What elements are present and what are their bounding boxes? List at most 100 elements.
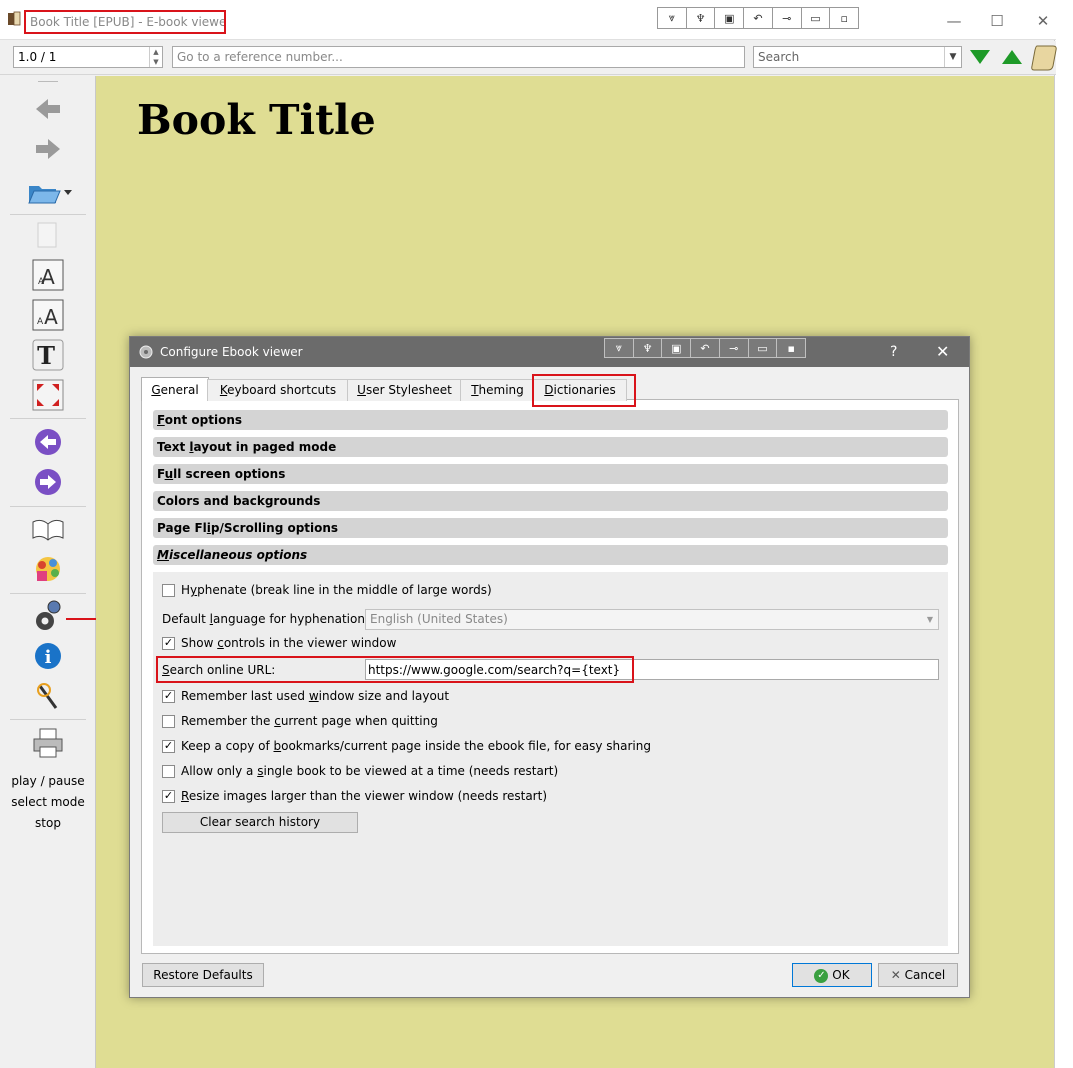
- reference-input[interactable]: [172, 46, 745, 68]
- ok-button[interactable]: ✓ OK: [792, 963, 872, 987]
- remember-page-label: Remember the current page when quitting: [181, 714, 438, 728]
- copy-icon[interactable]: [28, 218, 68, 252]
- ok-label: OK: [832, 968, 850, 982]
- window-icon[interactable]: ▣: [715, 8, 745, 28]
- checkbox-box[interactable]: [162, 583, 175, 597]
- cancel-label: Cancel: [904, 968, 946, 982]
- open-folder-icon[interactable]: [24, 175, 74, 209]
- maximize-button[interactable]: ☐: [982, 8, 1012, 34]
- remember-window-label: Remember last used window size and layou…: [181, 689, 450, 703]
- stop-button[interactable]: stop: [0, 816, 96, 830]
- undo-icon[interactable]: ↶: [691, 339, 720, 357]
- find-previous-arrow-icon[interactable]: [1001, 48, 1023, 66]
- next-page-icon[interactable]: [28, 465, 68, 499]
- separator: [10, 418, 86, 419]
- language-value: English (United States): [370, 612, 508, 626]
- separator: [10, 719, 86, 720]
- remember-page-checkbox[interactable]: Remember the current page when quitting: [162, 712, 438, 730]
- chevron-down-icon: ▼: [926, 615, 933, 624]
- cancel-button[interactable]: ✕ Cancel: [878, 963, 958, 987]
- metadata-icon[interactable]: [28, 552, 68, 586]
- info-icon[interactable]: i: [28, 639, 68, 673]
- checkbox-box[interactable]: ✓: [162, 689, 175, 703]
- section-font-options[interactable]: Font options: [153, 410, 948, 430]
- svg-text:i: i: [45, 647, 52, 668]
- search-placeholder: Search: [758, 50, 800, 64]
- help-button[interactable]: ?: [890, 337, 897, 367]
- tab-keyboard-shortcuts[interactable]: Keyboard shortcuts: [207, 379, 349, 401]
- svg-text:T: T: [37, 341, 55, 370]
- separator: [10, 214, 86, 215]
- restore-defaults-button[interactable]: Restore Defaults: [142, 963, 264, 987]
- pin-icon[interactable]: ♆: [634, 339, 663, 357]
- remember-window-checkbox[interactable]: ✓ Remember last used window size and lay…: [162, 687, 449, 705]
- section-page-flip[interactable]: Page Flip/Scrolling options: [153, 518, 948, 538]
- select-mode-button[interactable]: select mode: [0, 795, 96, 809]
- fullscreen-icon[interactable]: [28, 378, 68, 412]
- magic-wand-icon[interactable]: [28, 679, 68, 713]
- chevron-down-icon[interactable]: ⩔: [658, 8, 687, 28]
- key-icon[interactable]: ⊸: [720, 339, 749, 357]
- clear-search-history-button[interactable]: Clear search history: [162, 812, 358, 833]
- minimize-bar-icon[interactable]: ▭: [749, 339, 778, 357]
- hyphenate-label: Hyphenate (break line in the middle of l…: [181, 583, 492, 597]
- single-book-checkbox[interactable]: Allow only a single book to be viewed at…: [162, 762, 558, 780]
- window-icon[interactable]: ▣: [662, 339, 692, 357]
- show-controls-checkbox[interactable]: ✓ Show controls in the viewer window: [162, 634, 396, 652]
- table-of-contents-icon[interactable]: [28, 512, 68, 546]
- checkbox-box[interactable]: ✓: [162, 636, 175, 650]
- preferences-gear-icon[interactable]: [28, 599, 68, 633]
- section-full-screen[interactable]: Full screen options: [153, 464, 948, 484]
- minimize-bar-icon[interactable]: ▭: [802, 8, 831, 28]
- spin-arrows-icon[interactable]: ▲ ▼: [149, 47, 162, 67]
- hyphenate-checkbox[interactable]: Hyphenate (break line in the middle of l…: [162, 581, 492, 599]
- text-icon[interactable]: T: [28, 338, 68, 372]
- default-language-select[interactable]: English (United States) ▼: [365, 609, 939, 630]
- restore-small-icon[interactable]: ▫: [830, 8, 858, 28]
- restore-small-icon[interactable]: ▪: [777, 339, 805, 357]
- find-next-arrow-icon[interactable]: [969, 48, 991, 66]
- position-spinbox[interactable]: 1.0 / 1 ▲ ▼: [13, 46, 163, 68]
- tab-theming[interactable]: Theming: [460, 379, 535, 401]
- section-colors-backgrounds[interactable]: Colors and backgrounds: [153, 491, 948, 511]
- tab-user-stylesheet[interactable]: User Stylesheet: [347, 379, 462, 401]
- key-icon[interactable]: ⊸: [773, 8, 802, 28]
- resize-images-checkbox[interactable]: ✓ Resize images larger than the viewer w…: [162, 787, 547, 805]
- play-pause-button[interactable]: play / pause: [0, 774, 96, 788]
- undo-icon[interactable]: ↶: [744, 8, 773, 28]
- keep-bookmarks-checkbox[interactable]: ✓ Keep a copy of bookmarks/current page …: [162, 737, 651, 755]
- chevron-down-icon[interactable]: ⩔: [605, 339, 634, 357]
- left-sidebar-toolbar: AA AA T i play / pause select mode stop: [0, 76, 96, 1068]
- background-window-strip: [1054, 0, 1073, 1068]
- app-book-icon: [8, 11, 21, 26]
- previous-page-icon[interactable]: [28, 425, 68, 459]
- dialog-title: Configure Ebook viewer: [160, 345, 303, 359]
- font-smaller-icon[interactable]: AA: [28, 298, 68, 332]
- section-miscellaneous[interactable]: Miscellaneous options: [153, 545, 948, 565]
- dialog-close-button[interactable]: ✕: [936, 337, 949, 367]
- book-heading: Book Title: [137, 96, 376, 144]
- tab-general[interactable]: General: [141, 377, 209, 401]
- font-larger-icon[interactable]: AA: [28, 258, 68, 292]
- checkbox-box[interactable]: [162, 714, 175, 728]
- scroll-toc-icon[interactable]: [1031, 42, 1059, 72]
- dialog-floating-toolbar[interactable]: ⩔ ♆ ▣ ↶ ⊸ ▭ ▪: [604, 338, 806, 358]
- forward-arrow-icon[interactable]: [28, 132, 68, 166]
- print-icon[interactable]: [28, 726, 68, 760]
- separator: [10, 593, 86, 594]
- svg-text:A: A: [44, 305, 58, 329]
- annotation-box-dictionaries: [532, 374, 636, 407]
- section-text-layout[interactable]: Text layout in paged mode: [153, 437, 948, 457]
- chevron-down-icon[interactable]: ▼: [944, 47, 961, 67]
- checkbox-box[interactable]: ✓: [162, 739, 175, 753]
- search-combobox[interactable]: Search ▼: [753, 46, 962, 68]
- close-button[interactable]: ✕: [1028, 8, 1058, 34]
- checkbox-box[interactable]: ✓: [162, 789, 175, 803]
- minimize-button[interactable]: —: [939, 8, 969, 34]
- pin-icon[interactable]: ♆: [687, 8, 716, 28]
- back-arrow-icon[interactable]: [28, 92, 68, 126]
- drag-handle[interactable]: [38, 81, 58, 82]
- floating-toolbar[interactable]: ⩔ ♆ ▣ ↶ ⊸ ▭ ▫: [657, 7, 859, 29]
- checkbox-box[interactable]: [162, 764, 175, 778]
- default-language-label: Default language for hyphenation:: [162, 612, 369, 626]
